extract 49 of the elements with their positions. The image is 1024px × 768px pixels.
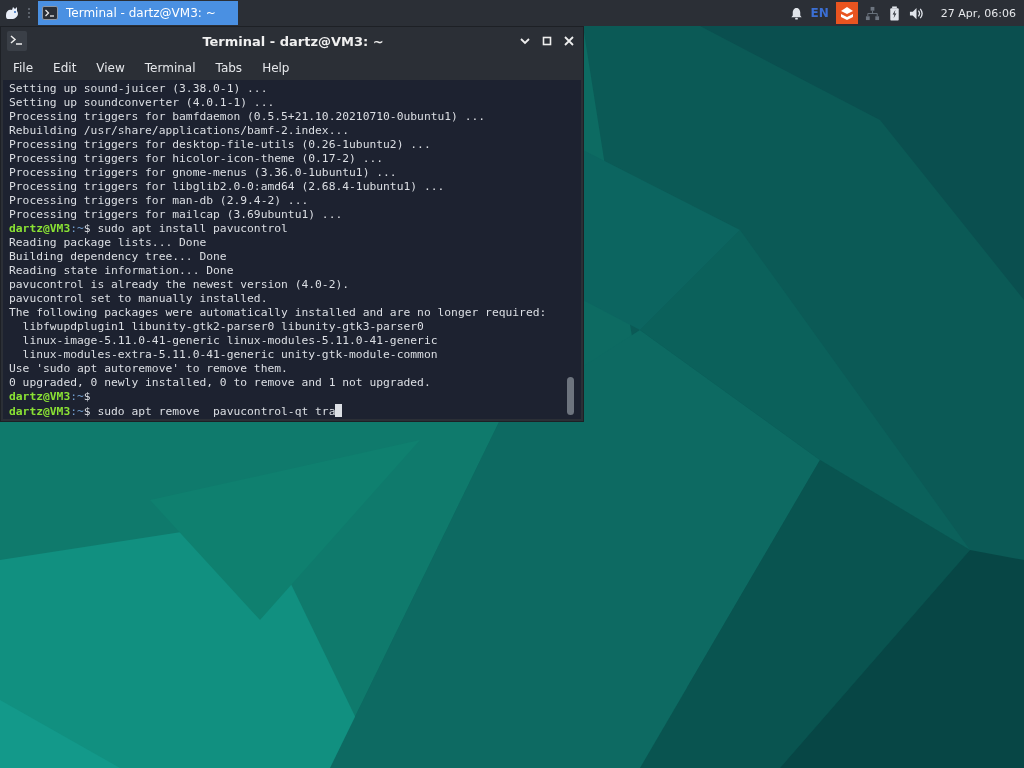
menu-item[interactable]: Tabs xyxy=(205,60,253,75)
network-icon[interactable] xyxy=(864,5,880,21)
terminal-line: pavucontrol set to manually installed. xyxy=(9,292,269,306)
menu-item[interactable]: Edit xyxy=(43,60,87,75)
command-text: $ xyxy=(83,390,91,403)
terminal-line: Processing triggers for gnome-menus (3.36.0-1ubuntu1) ... xyxy=(9,166,398,180)
menu-item[interactable]: File xyxy=(3,60,44,75)
command-text: $ sudo apt install pavucontrol xyxy=(83,222,288,235)
maximize-icon[interactable] xyxy=(541,35,553,47)
terminal-line: Building dependency tree... Done xyxy=(9,250,228,264)
menu-item[interactable]: Terminal xyxy=(134,60,206,75)
scrollbar-thumb[interactable] xyxy=(567,377,574,415)
terminal-line: Use 'sudo apt autoremove' to remove them. xyxy=(9,362,289,376)
terminal-line: pavucontrol is already the newest version (4.0-2). xyxy=(9,278,351,292)
prompt-user: dartz@VM3 xyxy=(9,390,71,403)
prompt-user: dartz@VM3 xyxy=(9,405,71,418)
terminal-line: Processing triggers for bamfdaemon (0.5.5+21.10.20210710-0ubuntu1) ... xyxy=(9,110,487,124)
terminal-line: libfwupdplugin1 libunity-gtk2-parser0 libunity-gtk3-parser0 xyxy=(21,320,425,334)
terminal-line: Processing triggers for hicolor-icon-theme (0.17-2) ... xyxy=(9,152,385,166)
mouse-icon[interactable] xyxy=(4,5,20,21)
minimize-icon[interactable] xyxy=(519,35,531,47)
terminal-icon xyxy=(7,31,27,51)
terminal-line: The following packages were automatically installed and are no longer required: xyxy=(9,306,548,320)
drag-handle-icon[interactable] xyxy=(27,6,31,20)
terminal-line: Setting up sound-juicer (3.38.0-1) ... xyxy=(9,82,269,96)
volume-icon[interactable] xyxy=(908,5,924,21)
prompt-path: :~ xyxy=(70,390,84,403)
terminal-line: Reading state information... Done xyxy=(9,264,235,278)
menu-item[interactable]: Help xyxy=(252,60,300,75)
terminal-icon xyxy=(42,5,58,21)
prompt-user: dartz@VM3 xyxy=(9,222,71,235)
window-title: Terminal - dartz@VM3: ~ xyxy=(201,33,385,49)
terminal-line: Processing triggers for libglib2.0-0:amd64 (2.68.4-1ubuntu1) ... xyxy=(9,180,446,194)
terminal-line: Processing triggers for desktop-file-utils (0.26-1ubuntu2) ... xyxy=(9,138,432,152)
prompt-path: :~ xyxy=(70,222,84,235)
terminal-line: Processing triggers for mailcap (3.69ubuntu1) ... xyxy=(9,208,344,222)
command-text: $ sudo apt remove pavucontrol-qt tra xyxy=(83,405,336,418)
menu-item[interactable]: View xyxy=(86,60,135,75)
terminal-line: linux-modules-extra-5.11.0-41-generic unity-gtk-module-common xyxy=(21,348,439,362)
terminal-line: Rebuilding /usr/share/applications/bamf-2.index... xyxy=(9,124,351,138)
close-icon[interactable] xyxy=(563,35,575,47)
clock[interactable]: 27 Apr, 06:06 xyxy=(940,6,1016,20)
terminal-line: Reading package lists... Done xyxy=(9,236,208,250)
terminal-line: 0 upgraded, 0 newly installed, 0 to remove and 1 not upgraded. xyxy=(9,376,432,390)
prompt-path: :~ xyxy=(70,405,84,418)
terminal-line: Setting up soundconverter (4.0.1-1) ... xyxy=(9,96,276,110)
terminal-line: Processing triggers for man-db (2.9.4-2) ... xyxy=(9,194,310,208)
terminal-line: linux-image-5.11.0-41-generic linux-modules-5.11.0-41-generic xyxy=(21,334,439,348)
update-icon[interactable] xyxy=(835,2,858,24)
